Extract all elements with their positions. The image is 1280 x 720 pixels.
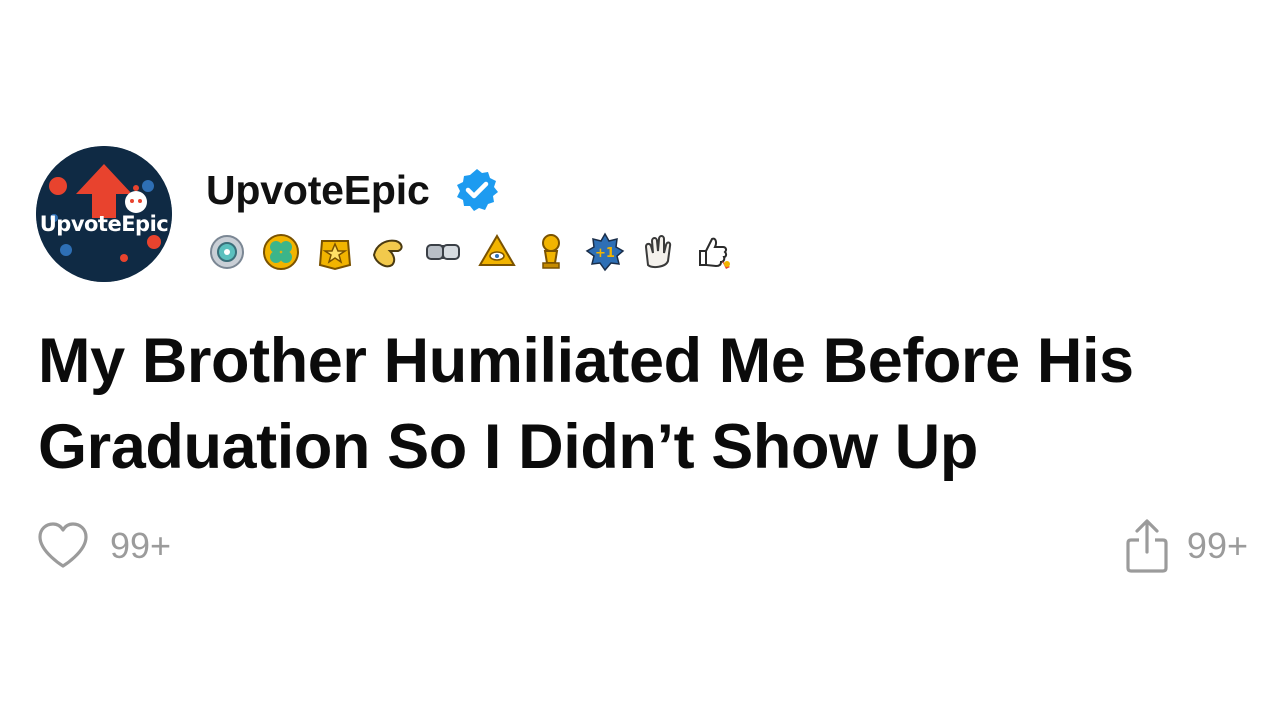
author-row: UpvoteEpic <box>206 164 500 216</box>
author-name[interactable]: UpvoteEpic <box>206 167 430 214</box>
rocket-like-award-icon[interactable] <box>692 231 734 273</box>
share-button[interactable]: 99+ <box>1125 518 1248 574</box>
gold-clover-award-icon[interactable] <box>260 231 302 273</box>
bro-fist-award-icon[interactable] <box>422 231 464 273</box>
verified-badge-icon <box>456 169 498 211</box>
pointing-hand-award-icon[interactable] <box>368 231 410 273</box>
post-title: My Brother Humiliated Me Before His Grad… <box>38 326 1134 482</box>
plus-one-award-icon[interactable]: +1 <box>584 231 626 273</box>
silver-medal-award-icon[interactable] <box>206 231 248 273</box>
avatar[interactable]: UpvoteEpic <box>36 146 172 282</box>
gold-star-award-icon[interactable] <box>314 231 356 273</box>
clapping-hands-award-icon[interactable] <box>638 231 680 273</box>
share-icon <box>1126 519 1168 573</box>
heart-icon <box>38 522 88 568</box>
like-button[interactable]: 99+ <box>36 518 171 574</box>
awards-row: +1 <box>206 230 734 274</box>
trophy-award-icon[interactable] <box>530 231 572 273</box>
avatar-text: UpvoteEpic <box>39 212 169 236</box>
like-count: 99+ <box>110 525 172 566</box>
post-card: UpvoteEpic UpvoteEpic +1 My Brother Humi… <box>0 0 1280 720</box>
svg-text:+1: +1 <box>595 246 615 261</box>
share-count: 99+ <box>1186 525 1248 566</box>
all-seeing-upvote-award-icon[interactable] <box>476 231 518 273</box>
